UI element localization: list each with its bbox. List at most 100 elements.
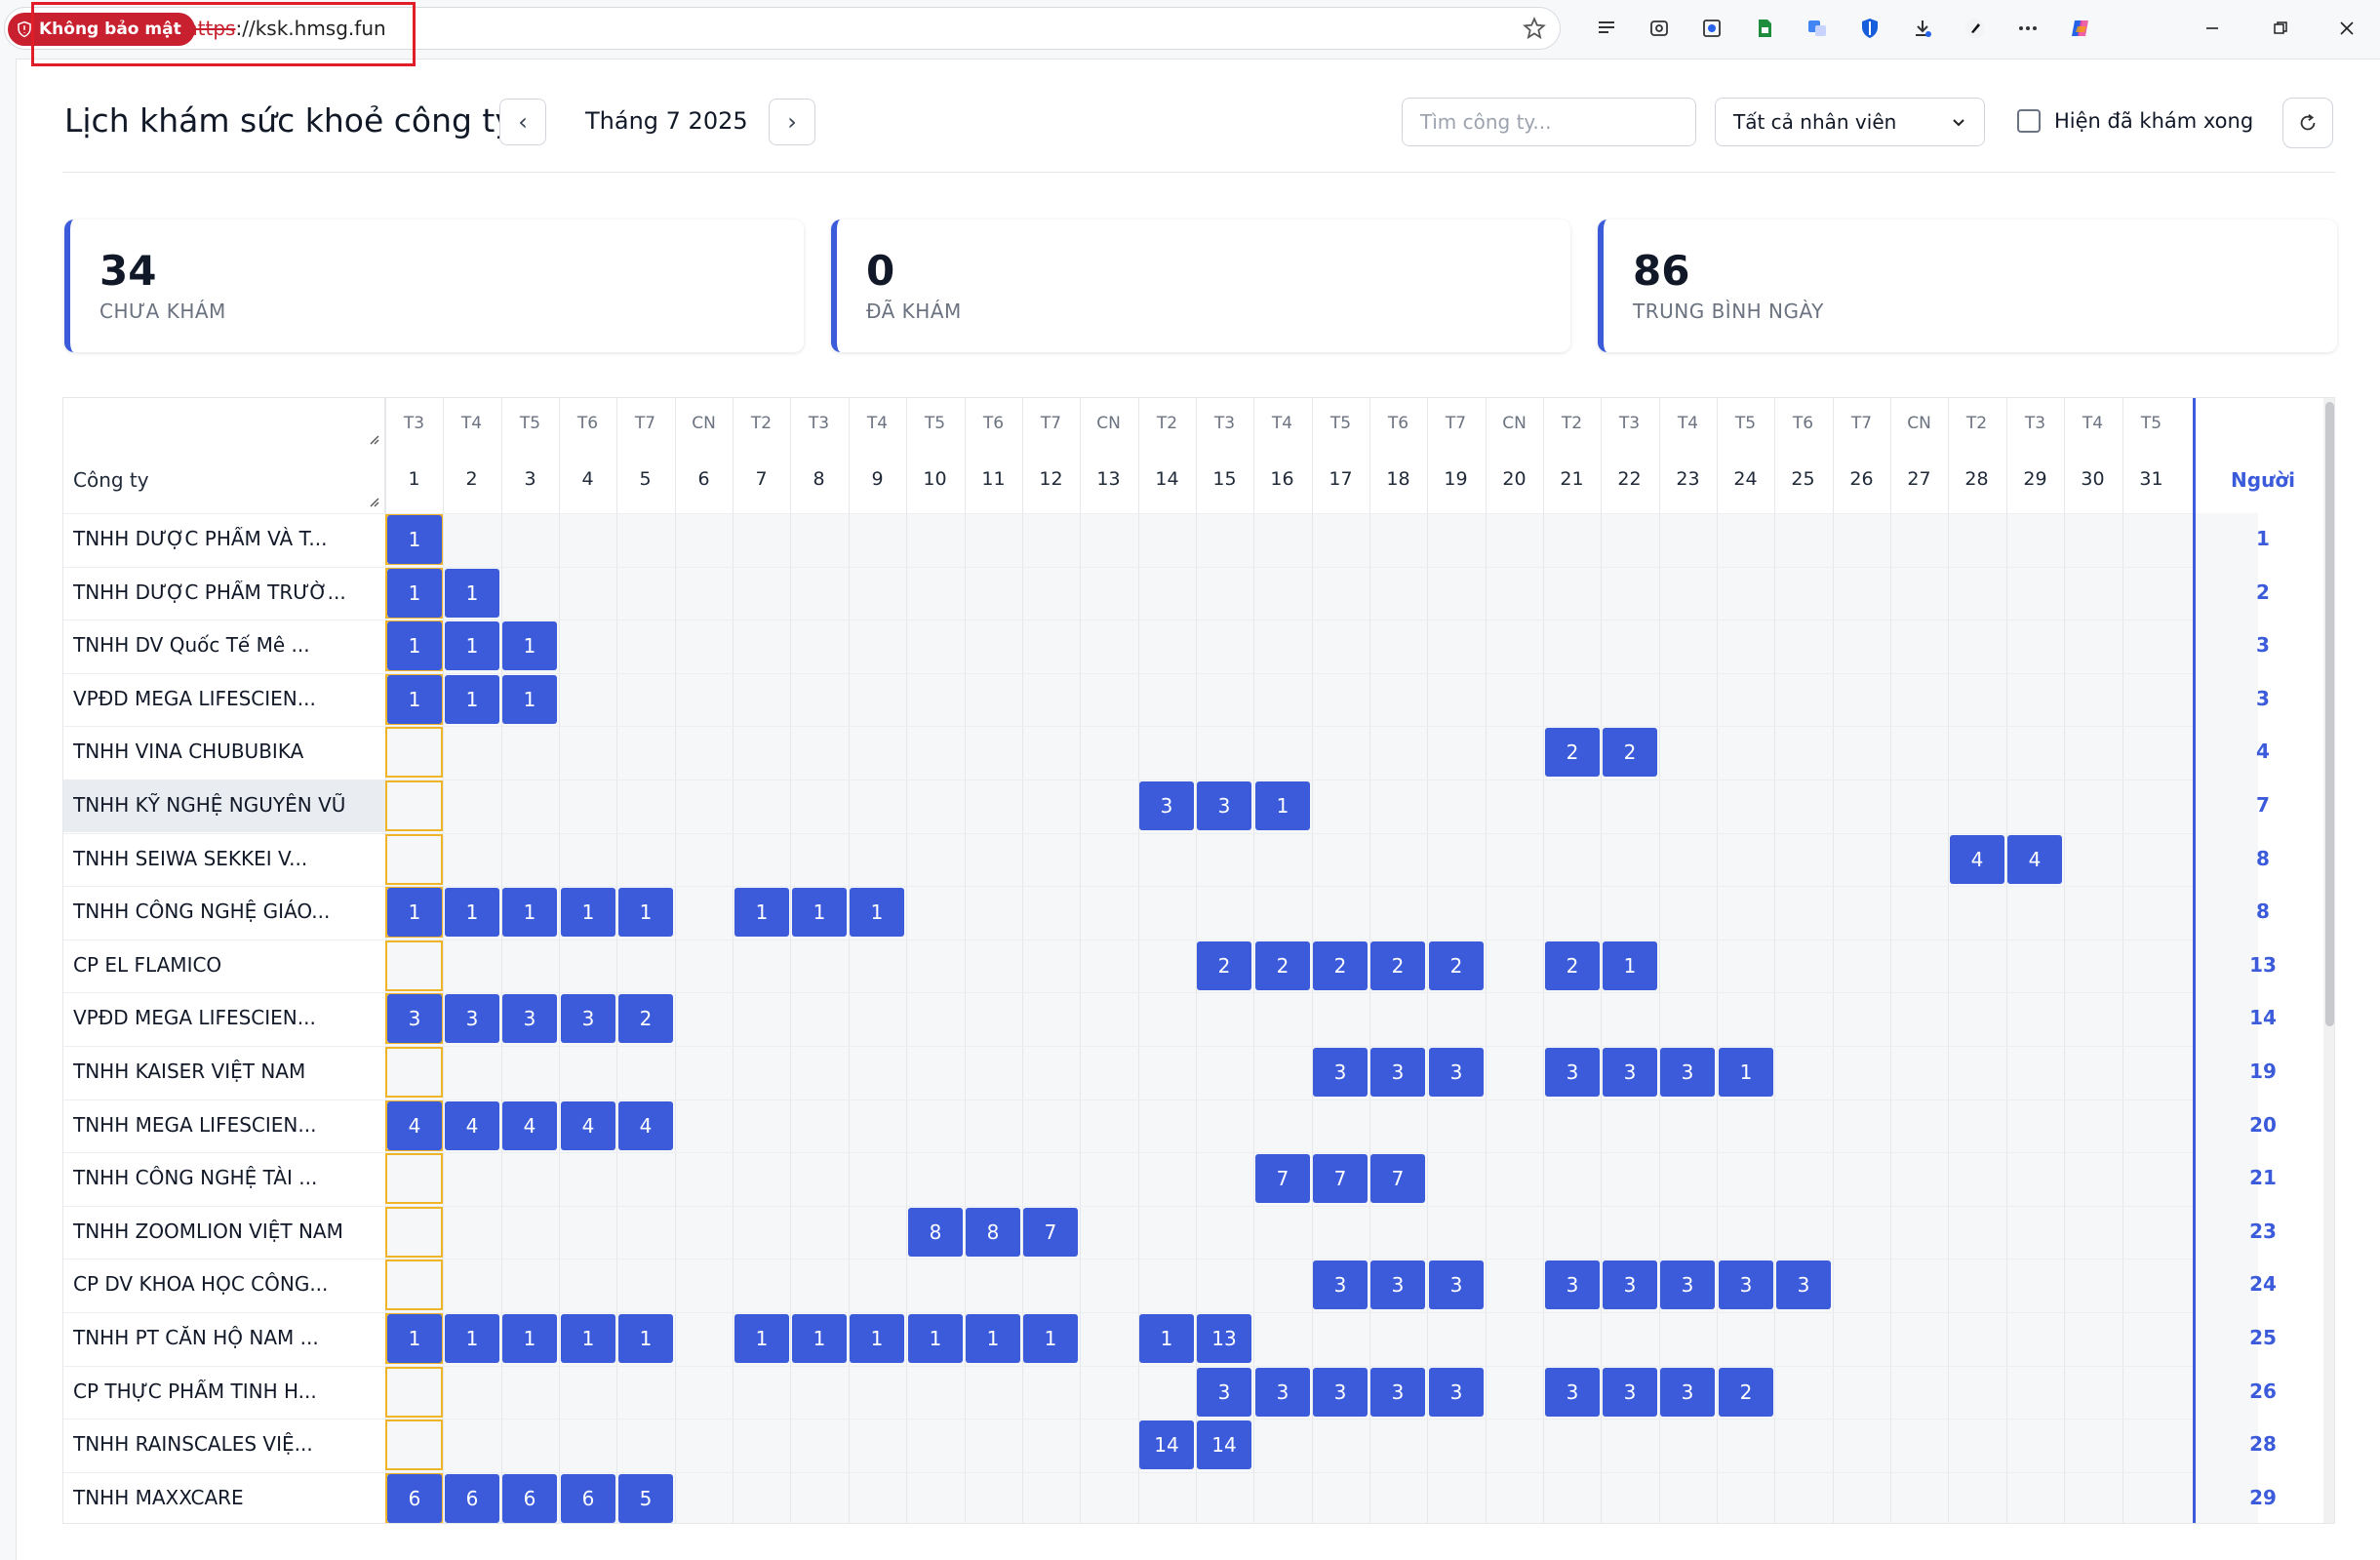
schedule-cell[interactable]: 4 [2007,835,2062,884]
schedule-cell[interactable]: 7 [1370,1154,1425,1203]
company-name[interactable]: TNHH CÔNG NGHỆ TÀI ... [73,1166,376,1189]
camera-extension-icon[interactable] [1686,12,1738,45]
schedule-cell[interactable]: 3 [1255,1368,1310,1417]
schedule-cell[interactable]: 1 [850,888,904,937]
schedule-cell[interactable]: 6 [445,1474,499,1523]
schedule-cell[interactable]: 2 [1719,1368,1773,1417]
schedule-cell[interactable]: 2 [1313,941,1368,990]
schedule-cell[interactable]: 1 [387,1314,442,1363]
pen-extension-icon[interactable] [1949,12,2002,45]
grid-scrollbar-thumb[interactable] [2325,402,2334,1026]
schedule-cell[interactable]: 2 [618,994,673,1043]
schedule-cell[interactable]: 7 [1023,1208,1078,1257]
schedule-cell[interactable]: 4 [1950,835,2004,884]
schedule-cell[interactable]: 2 [1545,941,1600,990]
schedule-cell[interactable]: 7 [1255,1154,1310,1203]
bookmark-star-icon[interactable] [1522,16,1547,41]
resize-handle-icon[interactable] [368,496,379,507]
schedule-cell[interactable]: 4 [445,1101,499,1150]
minimize-icon[interactable] [2185,12,2240,45]
more-options-icon[interactable] [2002,12,2054,45]
company-name[interactable]: TNHH DƯỢC PHẨM TRƯỜ... [73,580,376,604]
schedule-cell[interactable]: 3 [1370,1260,1425,1309]
schedule-cell[interactable]: 14 [1197,1420,1251,1469]
schedule-cell[interactable]: 6 [387,1474,442,1523]
refresh-button[interactable] [2282,98,2333,148]
schedule-cell[interactable]: 1 [502,621,557,670]
show-done-checkbox[interactable] [2017,109,2041,133]
schedule-cell[interactable]: 3 [1139,781,1194,830]
schedule-cell[interactable]: 2 [1197,941,1251,990]
schedule-cell[interactable]: 1 [445,569,499,618]
schedule-cell[interactable]: 6 [502,1474,557,1523]
company-name[interactable]: TNHH RAINSCALES VIỆ... [73,1432,376,1456]
copilot-icon[interactable] [2054,12,2107,45]
schedule-cell[interactable]: 1 [387,675,442,724]
company-name[interactable]: CP EL FLAMICO [73,953,376,977]
schedule-cell[interactable]: 3 [1370,1048,1425,1097]
screenshot-icon[interactable] [1633,12,1686,45]
schedule-cell[interactable]: 1 [561,888,615,937]
schedule-cell[interactable]: 1 [445,888,499,937]
schedule-cell[interactable]: 14 [1139,1420,1194,1469]
schedule-cell[interactable]: 3 [1313,1048,1368,1097]
schedule-cell[interactable]: 3 [561,994,615,1043]
company-name[interactable]: CP DV KHOA HỌC CÔNG... [73,1272,376,1296]
schedule-cell[interactable]: 1 [1603,941,1657,990]
schedule-cell[interactable]: 3 [445,994,499,1043]
company-search-input[interactable] [1402,98,1696,146]
company-name[interactable]: VPĐD MEGA LIFESCIEN... [73,687,376,710]
schedule-cell[interactable]: 1 [1023,1314,1078,1363]
schedule-cell[interactable]: 1 [502,1314,557,1363]
schedule-cell[interactable]: 1 [502,675,557,724]
company-name[interactable]: TNHH DƯỢC PHẨM VÀ T... [73,527,376,550]
schedule-cell[interactable]: 4 [618,1101,673,1150]
sheets-extension-icon[interactable] [1738,12,1791,45]
schedule-cell[interactable]: 3 [1545,1368,1600,1417]
schedule-cell[interactable]: 1 [1139,1314,1194,1363]
company-name[interactable]: TNHH KAISER VIỆT NAM [73,1060,376,1083]
schedule-cell[interactable]: 3 [1719,1260,1773,1309]
schedule-cell[interactable]: 1 [1255,781,1310,830]
schedule-cell[interactable]: 1 [387,569,442,618]
schedule-cell[interactable]: 1 [618,1314,673,1363]
schedule-cell[interactable]: 1 [792,888,847,937]
company-name[interactable]: TNHH KỸ NGHỆ NGUYỄN VŨ [73,793,376,817]
company-name[interactable]: TNHH CÔNG NGHỆ GIÁO... [73,900,376,923]
schedule-cell[interactable]: 1 [387,621,442,670]
company-name[interactable]: TNHH MAXXCARE [73,1486,376,1509]
schedule-cell[interactable]: 1 [850,1314,904,1363]
not-secure-badge[interactable]: Không bảo mật [8,13,195,46]
schedule-cell[interactable]: 2 [1370,941,1425,990]
next-month-button[interactable]: › [769,99,815,145]
schedule-cell[interactable]: 4 [387,1101,442,1150]
schedule-cell[interactable]: 1 [387,888,442,937]
schedule-cell[interactable]: 3 [1197,781,1251,830]
company-name[interactable]: TNHH PT CĂN HỘ NAM ... [73,1326,376,1349]
schedule-cell[interactable]: 6 [561,1474,615,1523]
schedule-cell[interactable]: 1 [734,888,789,937]
schedule-cell[interactable]: 3 [1313,1260,1368,1309]
password-manager-icon[interactable] [1844,12,1896,45]
schedule-cell[interactable]: 1 [966,1314,1020,1363]
schedule-cell[interactable]: 8 [966,1208,1020,1257]
company-name[interactable]: TNHH MEGA LIFESCIEN... [73,1113,376,1137]
schedule-cell[interactable]: 3 [387,994,442,1043]
restore-icon[interactable] [2253,12,2308,45]
schedule-cell[interactable]: 1 [1719,1048,1773,1097]
schedule-cell[interactable]: 1 [908,1314,963,1363]
schedule-cell[interactable]: 3 [1660,1048,1715,1097]
schedule-cell[interactable]: 3 [1197,1368,1251,1417]
schedule-cell[interactable]: 5 [618,1474,673,1523]
schedule-cell[interactable]: 7 [1313,1154,1368,1203]
schedule-cell[interactable]: 2 [1429,941,1484,990]
company-name[interactable]: TNHH ZOOMLION VIỆT NAM [73,1220,376,1243]
schedule-cell[interactable]: 8 [908,1208,963,1257]
schedule-cell[interactable]: 1 [561,1314,615,1363]
downloads-icon[interactable] [1896,12,1949,45]
schedule-cell[interactable]: 3 [1429,1368,1484,1417]
schedule-cell[interactable]: 1 [445,1314,499,1363]
schedule-cell[interactable]: 3 [1545,1048,1600,1097]
schedule-cell[interactable]: 3 [1603,1048,1657,1097]
schedule-cell[interactable]: 1 [387,515,442,564]
